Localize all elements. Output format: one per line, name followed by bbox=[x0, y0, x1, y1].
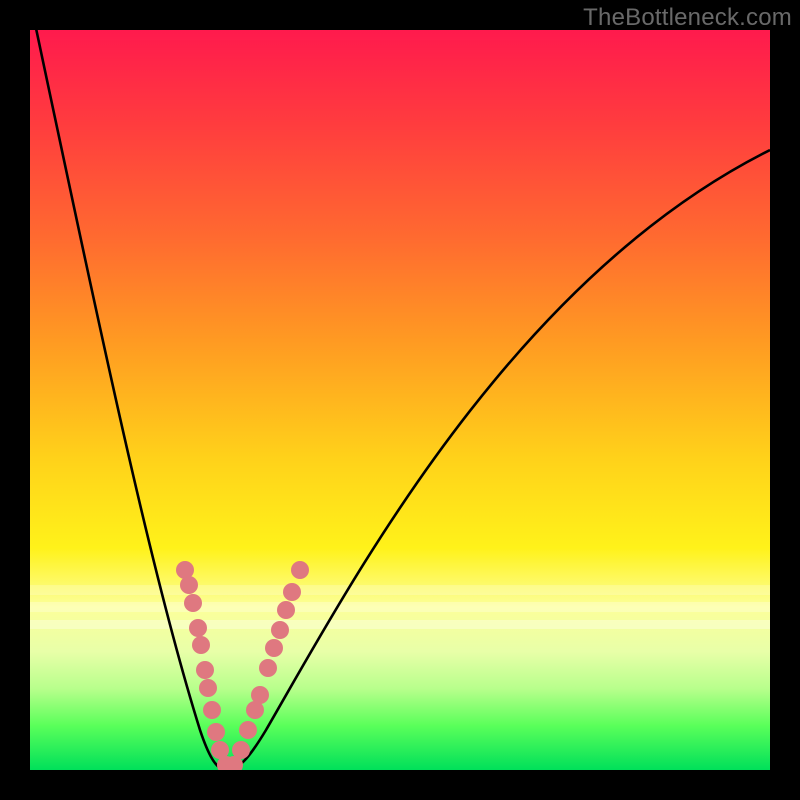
data-marker bbox=[189, 619, 207, 637]
chart-plot-area bbox=[30, 30, 770, 770]
data-markers bbox=[176, 561, 309, 770]
data-marker bbox=[265, 639, 283, 657]
data-marker bbox=[180, 576, 198, 594]
data-marker bbox=[199, 679, 217, 697]
data-marker bbox=[259, 659, 277, 677]
watermark-text: TheBottleneck.com bbox=[583, 4, 792, 32]
data-marker bbox=[232, 741, 250, 759]
data-marker bbox=[184, 594, 202, 612]
data-marker bbox=[271, 621, 289, 639]
bottleneck-curve bbox=[30, 30, 770, 770]
data-marker bbox=[196, 661, 214, 679]
data-marker bbox=[283, 583, 301, 601]
data-marker bbox=[291, 561, 309, 579]
data-marker bbox=[239, 721, 257, 739]
data-marker bbox=[251, 686, 269, 704]
data-marker bbox=[277, 601, 295, 619]
data-marker bbox=[192, 636, 210, 654]
bottleneck-curve-svg bbox=[30, 30, 770, 770]
data-marker bbox=[203, 701, 221, 719]
data-marker bbox=[207, 723, 225, 741]
